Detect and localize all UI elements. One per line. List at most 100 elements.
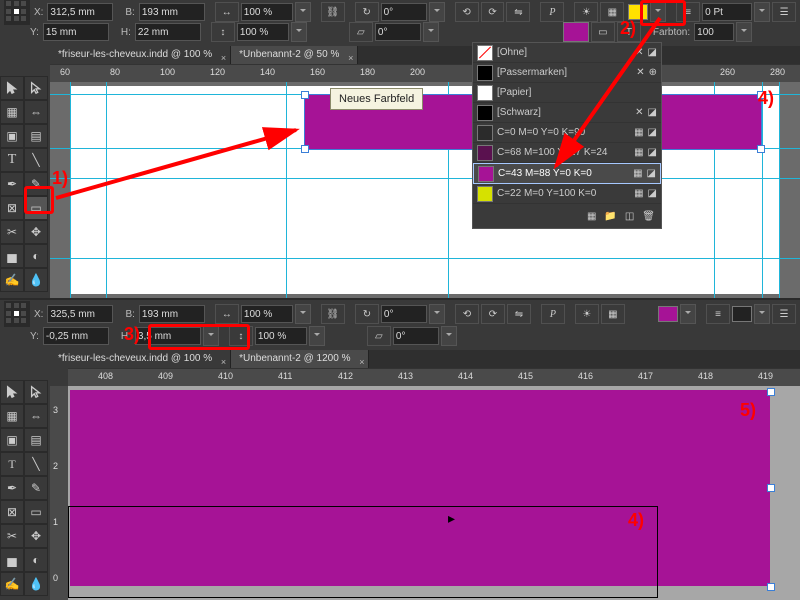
rot-ccw-icon[interactable]: ⟲ — [455, 304, 479, 324]
shear-field[interactable] — [375, 23, 421, 41]
scissors-tool[interactable]: ✂ — [0, 220, 24, 244]
tab-doc1[interactable]: *friseur-les-cheveux.indd @ 100 %× — [50, 46, 231, 64]
swatch-k90[interactable]: C=0 M=0 Y=0 K=90▦◪ — [473, 123, 661, 143]
handle[interactable] — [767, 484, 775, 492]
swatch-magenta-selected[interactable]: C=43 M=88 Y=0 K=0▦◪ — [473, 163, 661, 184]
handle[interactable] — [301, 91, 309, 99]
rectangle-frame-tool[interactable]: ⊠ — [0, 500, 24, 524]
content-collector-tool[interactable]: ▣ — [0, 428, 24, 452]
eyedropper-tool[interactable]: 💧 — [24, 572, 48, 596]
effects-icon[interactable]: ☀ — [575, 304, 599, 324]
scaley-b[interactable] — [255, 327, 307, 345]
scalex-field[interactable] — [241, 3, 293, 21]
line-tool[interactable]: ╲ — [24, 148, 48, 172]
fillstroke-proxy[interactable] — [563, 22, 589, 42]
black-rectangle[interactable] — [68, 506, 658, 598]
y-field-b[interactable] — [43, 327, 109, 345]
selection-tool[interactable] — [0, 380, 24, 404]
fill-dd-b[interactable] — [680, 304, 696, 324]
tint-dd[interactable] — [736, 22, 752, 42]
stroke-swatch[interactable] — [732, 306, 752, 322]
fill-swatch-b[interactable] — [658, 306, 678, 322]
handle[interactable] — [767, 388, 775, 396]
swatch-registration[interactable]: [Passermarken]✕⊕ — [473, 63, 661, 83]
ruler-h-bottom[interactable]: 408409410411412413414415416417418419 — [68, 368, 800, 388]
rot-cw-icon[interactable]: ⟳ — [481, 304, 505, 324]
free-transform-tool[interactable]: ✥ — [24, 524, 48, 548]
swatch-yellow[interactable]: C=22 M=0 Y=100 K=0▦◪ — [473, 184, 661, 204]
scalex-b[interactable] — [241, 305, 293, 323]
p-icon[interactable]: P — [540, 2, 564, 22]
handle[interactable] — [767, 583, 775, 591]
rotate-b[interactable] — [381, 305, 427, 323]
gradient-feather-tool[interactable]: ◐ — [24, 244, 48, 268]
apply-text-icon[interactable]: T — [617, 22, 641, 42]
wrap-icon[interactable]: ▦ — [600, 2, 624, 22]
trash-icon[interactable]: 🗑 — [642, 211, 655, 222]
scalex-dd[interactable] — [295, 2, 311, 22]
new-folder-icon[interactable]: 📁 — [604, 211, 616, 222]
ruler-v-bottom[interactable]: 3 2 1 0 — [50, 386, 69, 600]
content-placer-tool[interactable]: ▤ — [24, 428, 48, 452]
shear-b[interactable] — [393, 327, 439, 345]
scissors-tool[interactable]: ✂ — [0, 524, 24, 548]
swatch-none[interactable]: [Ohne]✕◪ — [473, 43, 661, 63]
stroke-dd[interactable] — [754, 2, 770, 22]
tab-doc1-b[interactable]: *friseur-les-cheveux.indd @ 100 %× — [50, 350, 231, 368]
type-tool[interactable]: T — [0, 452, 24, 476]
h-field[interactable] — [135, 23, 201, 41]
fill-dd[interactable] — [650, 2, 666, 22]
gradient-swatch-tool[interactable]: ▅ — [0, 244, 24, 268]
pencil-tool[interactable]: ✎ — [24, 172, 48, 196]
x-field-b[interactable] — [47, 305, 113, 323]
eyedropper-tool[interactable]: 💧 — [24, 268, 48, 292]
rotate-field[interactable] — [381, 3, 427, 21]
handle[interactable] — [757, 91, 765, 99]
ruler-h-top[interactable]: 6080100120140160180200260280 — [50, 64, 800, 84]
gradient-swatch-tool[interactable]: ▅ — [0, 548, 24, 572]
note-tool[interactable]: ✍ — [0, 268, 24, 292]
swatch-dark-magenta[interactable]: C=68 M=100 Y=27 K=24▦◪ — [473, 143, 661, 163]
p-icon[interactable]: P — [541, 304, 565, 324]
link-icon[interactable]: ⛓ — [321, 304, 345, 324]
gap-tool[interactable]: ⇔ — [24, 404, 48, 428]
effects-icon[interactable]: ☀ — [574, 2, 598, 22]
rot90-ccw-icon[interactable]: ⟲ — [455, 2, 479, 22]
canvas-bottom[interactable]: ▸ — [68, 386, 800, 600]
shear-dd[interactable] — [423, 22, 439, 42]
ref-point-b[interactable] — [4, 301, 30, 327]
handle[interactable] — [301, 145, 309, 153]
canvas-top[interactable] — [50, 82, 800, 298]
direct-selection-tool[interactable] — [24, 76, 48, 100]
gradient-feather-tool[interactable]: ◐ — [24, 548, 48, 572]
swatch-view-icon[interactable]: ▦ — [587, 211, 596, 222]
wrap-icon[interactable]: ▦ — [601, 304, 625, 324]
stroke-field[interactable] — [702, 3, 752, 21]
swatch-paper[interactable]: [Papier] — [473, 83, 661, 103]
new-swatch-icon[interactable]: ◫ — [625, 211, 634, 222]
w-field[interactable] — [139, 3, 205, 21]
rot90-cw-icon[interactable]: ⟳ — [481, 2, 505, 22]
rectangle-tool[interactable]: ▭ — [24, 196, 48, 220]
x-field[interactable] — [47, 3, 113, 21]
tint-field[interactable] — [694, 23, 734, 41]
handle[interactable] — [757, 145, 765, 153]
content-placer-tool[interactable]: ▤ — [24, 124, 48, 148]
link-scale-icon[interactable]: ⛓ — [321, 2, 345, 22]
direct-selection-tool[interactable] — [24, 380, 48, 404]
rotate-dd[interactable] — [429, 2, 445, 22]
line-tool[interactable]: ╲ — [24, 452, 48, 476]
flip-icon[interactable]: ⇋ — [507, 304, 531, 324]
gap-tool[interactable]: ⇔ — [24, 100, 48, 124]
pencil-tool[interactable]: ✎ — [24, 476, 48, 500]
free-transform-tool[interactable]: ✥ — [24, 220, 48, 244]
page-tool[interactable]: ▦ — [0, 404, 24, 428]
content-collector-tool[interactable]: ▣ — [0, 124, 24, 148]
type-tool[interactable]: T — [0, 148, 24, 172]
rectangle-tool[interactable]: ▭ — [24, 500, 48, 524]
pen-tool[interactable]: ✒ — [0, 172, 24, 196]
pen-tool[interactable]: ✒ — [0, 476, 24, 500]
rectangle-frame-tool[interactable]: ⊠ — [0, 196, 24, 220]
tab-doc2[interactable]: *Unbenannt-2 @ 50 %× — [231, 46, 358, 64]
w-field-b[interactable] — [139, 305, 205, 323]
